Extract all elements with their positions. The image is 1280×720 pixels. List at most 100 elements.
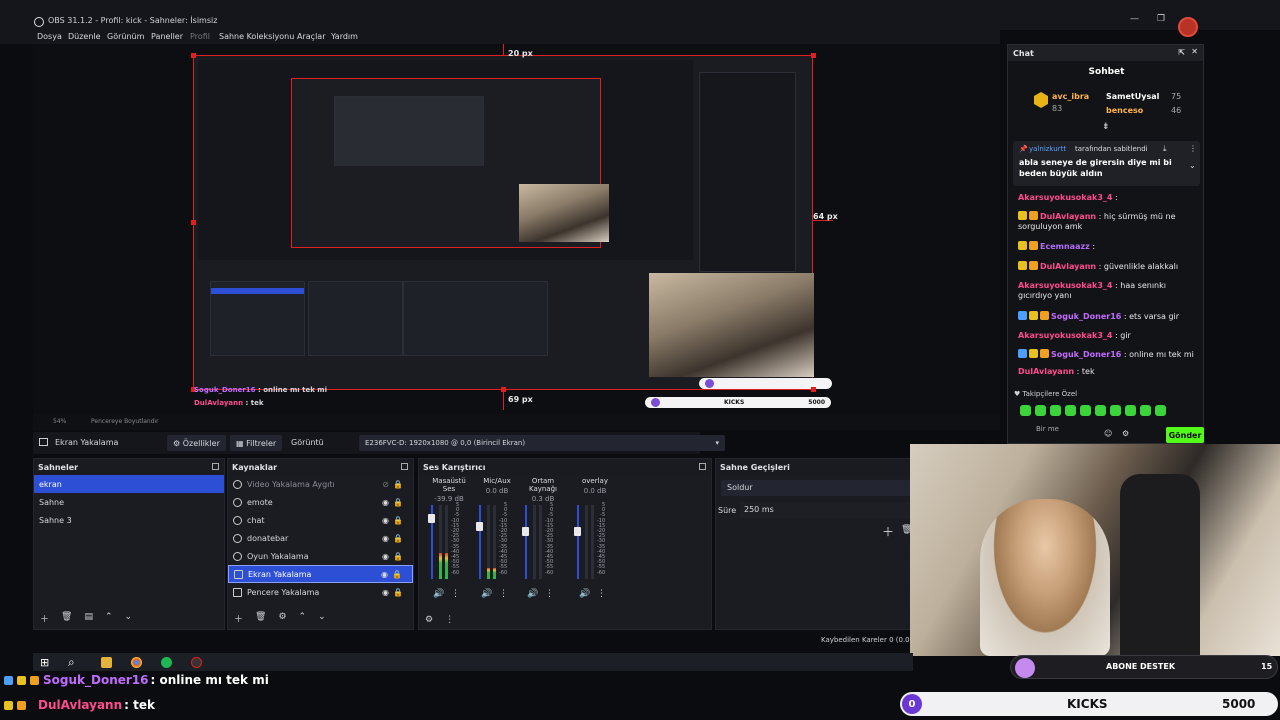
fader-handle[interactable] bbox=[428, 514, 435, 524]
chat-username[interactable]: Soguk_Doner16 bbox=[1051, 312, 1121, 321]
eye-icon: ⊘ bbox=[382, 479, 389, 489]
popout-icon[interactable] bbox=[401, 463, 408, 470]
eye-icon: ◉ bbox=[382, 587, 389, 597]
trash-icon[interactable]: 🗑 bbox=[255, 612, 266, 625]
collapse-icon[interactable]: ⇟ bbox=[1102, 122, 1110, 132]
send-button[interactable]: Gönder bbox=[1166, 427, 1204, 443]
menu-scene-collection[interactable]: Sahne Koleksiyonu bbox=[219, 32, 294, 41]
menu-dots-icon[interactable]: ⋮ bbox=[597, 589, 606, 599]
down-icon[interactable]: ⌄ bbox=[318, 612, 326, 625]
speaker-icon[interactable]: 🔊 bbox=[433, 589, 444, 599]
gear-icon[interactable]: ⚙ bbox=[278, 612, 286, 625]
up-icon[interactable]: ⌃ bbox=[105, 612, 113, 625]
obs-taskbar-icon[interactable] bbox=[191, 657, 202, 668]
top-user[interactable]: avc_ibra bbox=[1052, 92, 1089, 101]
menu-dots-icon[interactable]: ⋮ bbox=[499, 589, 508, 599]
down-icon[interactable]: ⌄ bbox=[125, 612, 133, 625]
badge-icon bbox=[1018, 261, 1027, 270]
add-icon[interactable]: ＋ bbox=[234, 612, 243, 625]
speaker-icon[interactable]: 🔊 bbox=[527, 589, 538, 599]
source-item[interactable]: Ekran Yakalama ◉ 🔒 bbox=[228, 565, 413, 583]
popout-icon[interactable] bbox=[212, 463, 219, 470]
source-item[interactable]: Pencere Yakalama ◉ 🔒 bbox=[228, 583, 413, 601]
search-icon[interactable]: ⌕ bbox=[68, 655, 75, 670]
emote-picker-icon[interactable]: ☺ bbox=[1104, 429, 1112, 438]
folder-icon[interactable] bbox=[101, 657, 112, 668]
pin-icon[interactable]: ⤓ bbox=[1163, 144, 1167, 154]
add-icon[interactable]: ＋ bbox=[40, 612, 49, 625]
fader-handle[interactable] bbox=[476, 521, 483, 531]
volume-fader[interactable] bbox=[525, 505, 527, 579]
menu-edit[interactable]: Düzenle bbox=[68, 32, 101, 41]
add-icon[interactable]: ＋ bbox=[882, 523, 894, 540]
spotify-icon[interactable] bbox=[161, 657, 172, 668]
channel-name: Ortam Kaynağı bbox=[528, 477, 557, 493]
source-item[interactable]: emote ◉ 🔒 bbox=[228, 493, 413, 511]
channel-name: Masaüstü Ses bbox=[432, 477, 466, 493]
trash-icon[interactable]: 🗑 bbox=[61, 612, 72, 625]
transition-select[interactable]: Soldur bbox=[721, 480, 911, 496]
fader-handle[interactable] bbox=[522, 527, 529, 537]
fader-handle[interactable] bbox=[574, 527, 581, 537]
speaker-icon[interactable]: 🔊 bbox=[579, 589, 590, 599]
chat-username[interactable]: Akarsuyokusokak3_4 bbox=[1018, 331, 1112, 340]
source-item[interactable]: Video Yakalama Aygıtı ⊘ 🔒 bbox=[228, 475, 413, 493]
duration-label: Süre bbox=[718, 506, 737, 515]
source-item[interactable]: Oyun Yakalama ◉ 🔒 bbox=[228, 547, 413, 565]
scene-item[interactable]: ekran bbox=[34, 475, 224, 493]
properties-button[interactable]: ⚙ Özellikler bbox=[167, 435, 226, 451]
scenes-dock: Sahneler ekran Sahne Sahne 3 ＋ 🗑 ▤ ⌃ ⌄ bbox=[33, 458, 225, 630]
fit-to-window[interactable]: Pencereye Boyutlandır bbox=[91, 418, 159, 425]
scene-item[interactable]: Sahne bbox=[34, 493, 224, 511]
display-select[interactable]: E236FVC-D: 1920x1080 @ 0,0 (Birincil Ekr… bbox=[359, 435, 725, 451]
menu-dots-icon[interactable]: ⋮ bbox=[451, 589, 460, 599]
chat-username[interactable]: Akarsuyokusokak3_4 bbox=[1018, 281, 1112, 290]
chat-input[interactable]: Bir me bbox=[1022, 425, 1082, 441]
badge-icon bbox=[1040, 349, 1049, 358]
source-item[interactable]: donatebar ◉ 🔒 bbox=[228, 529, 413, 547]
chrome-icon[interactable] bbox=[131, 657, 142, 668]
chat-username[interactable]: DulAvlayann bbox=[1040, 262, 1096, 271]
maximize-icon[interactable]: ❐ bbox=[1157, 14, 1165, 24]
menu-dots-icon[interactable]: ⋮ bbox=[545, 589, 554, 599]
level-meter bbox=[585, 505, 588, 579]
settings-icon[interactable]: ⚙ bbox=[1122, 429, 1129, 438]
chat-username[interactable]: DulAvlayann bbox=[1018, 367, 1074, 376]
windows-start-icon[interactable]: ⊞ bbox=[40, 656, 49, 669]
volume-fader[interactable] bbox=[577, 505, 579, 579]
chat-username[interactable]: Soguk_Doner16 bbox=[1051, 350, 1121, 359]
popout-icon[interactable]: ⇱ bbox=[1178, 48, 1185, 57]
popout-icon[interactable] bbox=[699, 463, 706, 470]
chat-username[interactable]: Akarsuyokusokak3_4 bbox=[1018, 193, 1112, 202]
chat-username[interactable]: DulAvlayann bbox=[1040, 212, 1096, 221]
close-icon[interactable]: ✕ bbox=[1191, 47, 1198, 56]
preview-canvas[interactable] bbox=[193, 55, 832, 390]
duration-input[interactable]: 250 ms bbox=[740, 502, 910, 518]
menu-docks[interactable]: Paneller bbox=[151, 32, 183, 41]
chat-message: Akarsuyokusokak3_4 : gir bbox=[1018, 331, 1198, 341]
top-user[interactable]: benceso bbox=[1106, 106, 1143, 115]
filters-button[interactable]: ▦ Filtreler bbox=[230, 435, 283, 451]
top-user[interactable]: SametUysal bbox=[1106, 92, 1159, 101]
globe-icon bbox=[233, 533, 242, 543]
source-item[interactable]: chat ◉ 🔒 bbox=[228, 511, 413, 529]
speaker-icon[interactable]: 🔊 bbox=[481, 589, 492, 599]
menu-profile[interactable]: Profil bbox=[190, 32, 210, 41]
badge-icon bbox=[1029, 211, 1038, 220]
zoom-value[interactable]: 54% bbox=[53, 418, 66, 425]
volume-fader[interactable] bbox=[479, 505, 481, 579]
scene-item[interactable]: Sahne 3 bbox=[34, 511, 224, 529]
menu-view[interactable]: Görünüm bbox=[107, 32, 144, 41]
chevron-down-icon[interactable]: ⌄ bbox=[1189, 161, 1196, 170]
advanced-audio-icon[interactable]: ⚙ bbox=[425, 615, 433, 625]
menu-tools[interactable]: Araçlar bbox=[297, 32, 325, 41]
menu-dots-icon[interactable]: ⋮ bbox=[1189, 144, 1197, 153]
up-icon[interactable]: ⌃ bbox=[299, 612, 307, 625]
menu-help[interactable]: Yardım bbox=[331, 32, 358, 41]
filter-icon[interactable]: ▤ bbox=[84, 612, 93, 625]
minimize-icon[interactable]: — bbox=[1130, 14, 1139, 24]
menu-file[interactable]: Dosya bbox=[37, 32, 62, 41]
menu-bar: Dosya Düzenle Görünüm Paneller Profil Sa… bbox=[0, 30, 1000, 44]
menu-dots-icon[interactable]: ⋮ bbox=[445, 615, 454, 625]
chat-username[interactable]: Ecemnaazz bbox=[1040, 242, 1090, 251]
